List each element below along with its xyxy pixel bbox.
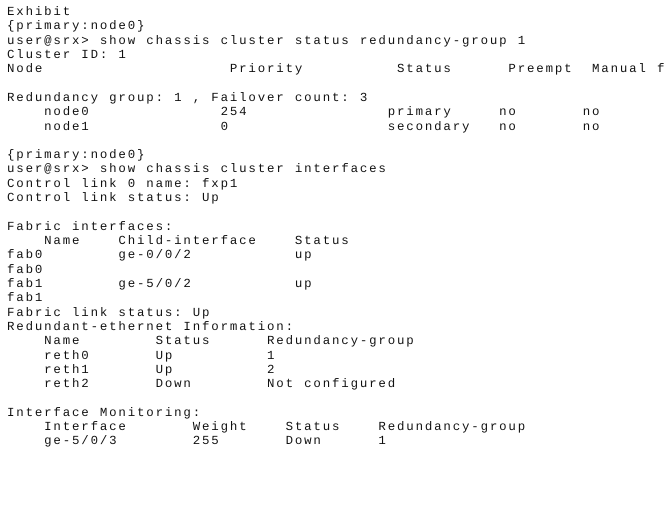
console-line: ge-5/0/3 255 Down 1 [7,434,388,449]
console-line: Name Status Redundancy-group [7,334,416,349]
console-line: reth2 Down Not configured [7,377,397,392]
console-line: fab1 [7,291,45,306]
console-line: Control link 0 name: fxp1 [7,176,240,191]
console-line: user@srx> show chassis cluster interface… [7,162,388,177]
terminal-console: Exhibit {primary:node0} user@srx> show cha… [0,0,664,505]
console-line: node0 254 primary no no [7,105,602,120]
console-line: fab0 [7,262,45,277]
console-line: reth0 Up 1 [7,348,277,363]
console-line: Fabric link status: Up [7,305,212,320]
console-output: Exhibit {primary:node0} user@srx> show cha… [7,5,664,449]
console-line: Exhibit [7,5,72,19]
console-line: Node Priority Status Preempt Manual fail… [7,62,664,77]
console-line: Interface Weight Status Redundancy-group [7,420,527,435]
console-line: Fabric interfaces: [7,219,175,234]
console-line: Redundant-ethernet Information: [7,319,295,334]
console-line: node1 0 secondary no no [7,119,602,134]
console-line: Name Child-interface Status [7,234,351,248]
console-line: Interface Monitoring: [7,405,202,420]
console-line: {primary:node0} [7,19,147,34]
console-line: {primary:node0} [7,148,147,163]
console-line: user@srx> show chassis cluster status re… [7,33,527,48]
console-line: reth1 Up 2 [7,362,277,377]
console-line: fab0 ge-0/0/2 up [7,248,314,263]
console-line: fab1 ge-5/0/2 up [7,276,314,291]
console-line: Redundancy group: 1 , Failover count: 3 [7,90,370,105]
console-line: Cluster ID: 1 [7,47,128,62]
console-line: Control link status: Up [7,191,221,206]
